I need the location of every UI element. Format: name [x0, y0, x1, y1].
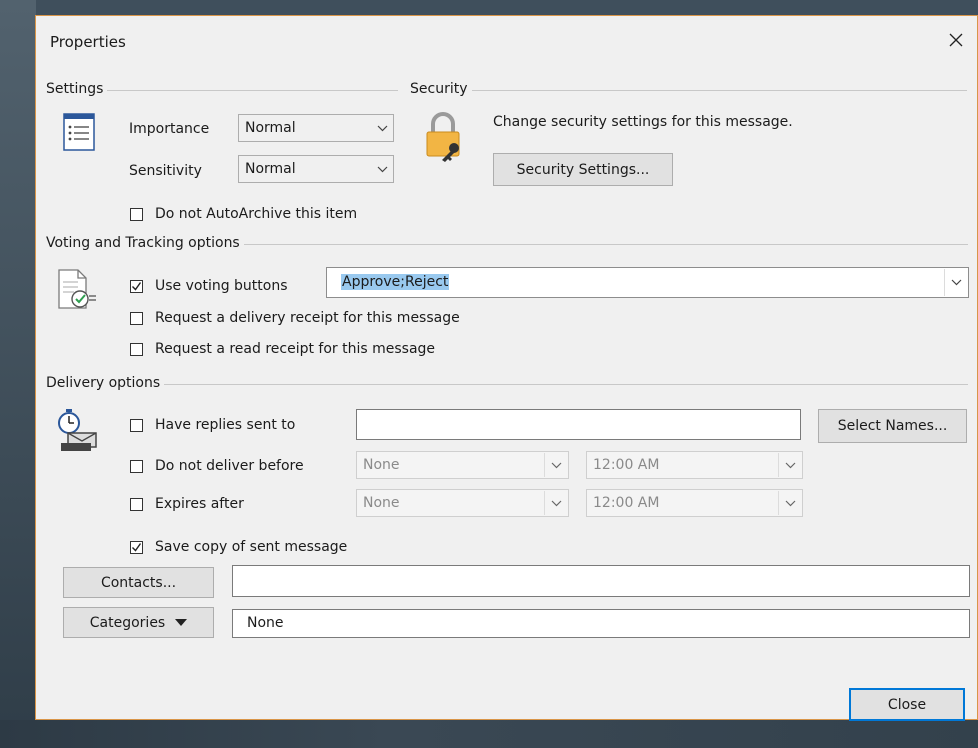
desktop-taskbar-edge: [0, 720, 978, 748]
security-heading: Security: [410, 81, 472, 97]
dialog-title: Properties: [50, 33, 126, 51]
replies-to-input[interactable]: [356, 409, 801, 440]
save-copy-label: Save copy of sent message: [155, 539, 348, 555]
close-button[interactable]: Close: [849, 688, 965, 721]
have-replies-label: Have replies sent to: [155, 417, 296, 433]
categories-button[interactable]: Categories: [63, 607, 214, 638]
chevron-down-icon: [544, 491, 567, 515]
chevron-down-icon: [778, 453, 801, 477]
voting-document-check-icon: [56, 268, 98, 312]
chevron-down-icon: [371, 115, 393, 141]
not-before-time-value: 12:00 AM: [593, 457, 660, 473]
chevron-down-icon: [544, 453, 567, 477]
delivery-divider: [46, 384, 968, 385]
have-replies-checkbox[interactable]: [130, 419, 143, 432]
save-copy-checkbox[interactable]: [130, 541, 143, 554]
do-not-deliver-before-checkbox[interactable]: [130, 460, 143, 473]
properties-dialog: Properties Settings Importance Normal Se…: [35, 15, 978, 721]
chevron-down-icon: [778, 491, 801, 515]
settings-heading: Settings: [46, 81, 108, 97]
importance-value: Normal: [245, 120, 296, 136]
chevron-down-icon: [371, 156, 393, 182]
select-names-button[interactable]: Select Names...: [818, 409, 967, 443]
settings-list-icon: [62, 112, 96, 152]
use-voting-checkbox[interactable]: [130, 280, 143, 293]
contacts-input[interactable]: [232, 565, 970, 597]
delivery-heading: Delivery options: [46, 375, 165, 391]
voting-heading: Voting and Tracking options: [46, 235, 244, 251]
not-before-date-value: None: [363, 457, 400, 473]
security-description: Change security settings for this messag…: [493, 114, 793, 130]
security-divider: [410, 90, 967, 91]
expires-time-select[interactable]: 12:00 AM: [586, 489, 803, 517]
expires-after-label: Expires after: [155, 496, 244, 512]
delivery-receipt-label: Request a delivery receipt for this mess…: [155, 310, 460, 326]
importance-select[interactable]: Normal: [238, 114, 394, 142]
chevron-down-icon: [944, 269, 967, 296]
categories-input[interactable]: None: [232, 609, 970, 638]
autoarchive-checkbox[interactable]: [130, 208, 143, 221]
close-icon[interactable]: [939, 24, 973, 56]
not-before-time-select[interactable]: 12:00 AM: [586, 451, 803, 479]
read-receipt-checkbox[interactable]: [130, 343, 143, 356]
desktop-background: [0, 0, 36, 748]
delivery-receipt-checkbox[interactable]: [130, 312, 143, 325]
sensitivity-select[interactable]: Normal: [238, 155, 394, 183]
sensitivity-label: Sensitivity: [129, 163, 202, 179]
stopwatch-envelope-icon: [56, 407, 100, 453]
caret-down-icon: [175, 618, 188, 627]
voting-options-value: Approve;Reject: [341, 274, 450, 290]
expires-time-value: 12:00 AM: [593, 495, 660, 511]
lock-key-icon: [422, 110, 468, 162]
use-voting-label: Use voting buttons: [155, 278, 288, 294]
importance-label: Importance: [129, 121, 210, 137]
do-not-deliver-before-label: Do not deliver before: [155, 458, 304, 474]
autoarchive-label: Do not AutoArchive this item: [155, 206, 358, 222]
expires-date-value: None: [363, 495, 400, 511]
sensitivity-value: Normal: [245, 161, 296, 177]
voting-options-combo[interactable]: Approve;Reject: [326, 267, 969, 298]
expires-date-select[interactable]: None: [356, 489, 569, 517]
categories-button-label: Categories: [89, 614, 166, 631]
categories-value: None: [247, 615, 284, 631]
not-before-date-select[interactable]: None: [356, 451, 569, 479]
read-receipt-label: Request a read receipt for this message: [155, 341, 436, 357]
expires-after-checkbox[interactable]: [130, 498, 143, 511]
security-settings-button[interactable]: Security Settings...: [493, 153, 673, 186]
contacts-button[interactable]: Contacts...: [63, 567, 214, 598]
